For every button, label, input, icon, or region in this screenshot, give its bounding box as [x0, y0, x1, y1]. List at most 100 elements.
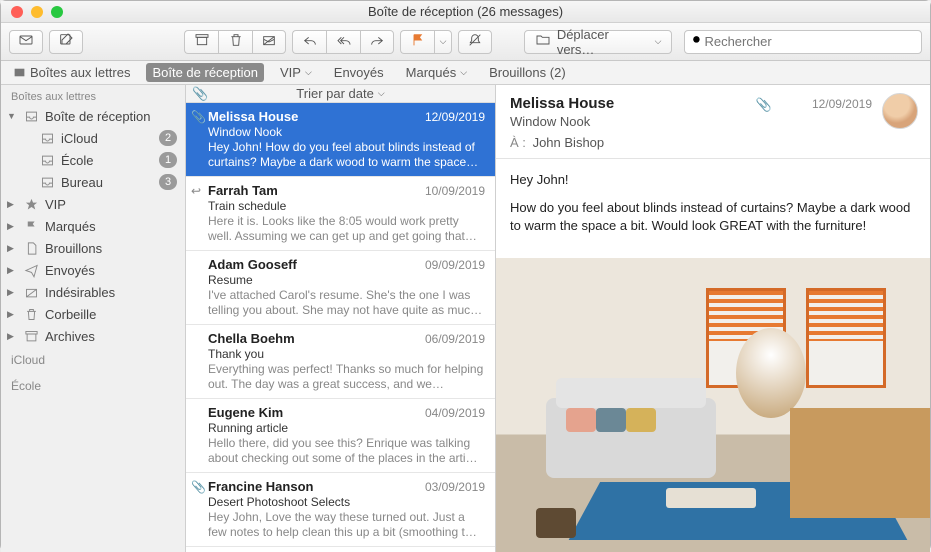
search-input[interactable] — [704, 34, 915, 49]
reply-all-icon — [336, 32, 352, 51]
reading-pane: Melissa House Window Nook À : John Bisho… — [496, 85, 930, 552]
sidebar-account-icloud[interactable]: iCloud — [1, 347, 185, 373]
sidebar-item-label: Boîte de réception — [45, 109, 177, 124]
inbox-icon — [39, 130, 55, 146]
fav-mailboxes[interactable]: Boîtes aux lettres — [7, 63, 136, 82]
sidebar-account-école[interactable]: École — [1, 373, 185, 399]
junk-button[interactable] — [252, 30, 286, 54]
inbox-icon — [39, 174, 55, 190]
flag-dropdown-button[interactable]: ⌵ — [434, 30, 452, 54]
reader-body: Hey John! How do you feel about blinds i… — [496, 159, 930, 258]
reply-icon — [302, 32, 318, 51]
get-mail-button[interactable] — [9, 30, 43, 54]
fav-sent[interactable]: Envoyés — [328, 63, 390, 82]
sidebar-item-vip[interactable]: ▶ VIP — [1, 193, 185, 215]
message-row[interactable]: 📎Francine Hanson03/09/2019Desert Photosh… — [186, 473, 495, 547]
sidebar-item-label: Marqués — [45, 219, 177, 234]
fav-flagged[interactable]: Marqués⌵ — [400, 63, 473, 82]
message-row[interactable]: 📎Melissa House12/09/2019Window NookHey J… — [186, 103, 495, 177]
reader-header: Melissa House Window Nook À : John Bisho… — [496, 85, 930, 159]
message-row[interactable]: ↩︎Farrah Tam10/09/2019Train scheduleHere… — [186, 177, 495, 251]
sidebar-item-corbeille[interactable]: ▶ Corbeille — [1, 303, 185, 325]
fav-inbox[interactable]: Boîte de réception — [146, 63, 264, 82]
sender-avatar[interactable] — [882, 93, 918, 129]
envelope-icon — [18, 32, 34, 51]
message-subject: Window Nook — [208, 125, 485, 139]
message-date: 06/09/2019 — [425, 332, 485, 346]
attachment-column-icon: 📎 — [192, 86, 208, 102]
mute-icon — [467, 32, 483, 51]
disclosure-triangle-icon[interactable]: ▶ — [7, 243, 17, 254]
titlebar: Boîte de réception (26 messages) — [1, 1, 930, 23]
junk-icon — [261, 32, 277, 51]
sidebar-item-archives[interactable]: ▶ Archives — [1, 325, 185, 347]
fav-vip[interactable]: VIP⌵ — [274, 63, 318, 82]
chevron-down-icon: ⌵ — [305, 67, 312, 78]
message-row[interactable]: Eugene Kim04/09/2019Running articleHello… — [186, 399, 495, 473]
junk-icon — [23, 284, 39, 300]
message-sender: Eugene Kim — [208, 405, 283, 420]
disclosure-triangle-icon[interactable]: ▶ — [7, 309, 17, 320]
search-field[interactable] — [684, 30, 922, 54]
sidebar-item-bureau[interactable]: Bureau3 — [1, 171, 185, 193]
sidebar-item-bo-te-de-r-ception[interactable]: ▼ Boîte de réception — [1, 105, 185, 127]
message-row[interactable]: Anthony Ashcroft02/09/2019AppointmentYou… — [186, 547, 495, 552]
message-list: 📎 Trier par date ⌵ 📎Melissa House12/09/2… — [186, 85, 496, 552]
move-to-label: Déplacer vers… — [557, 27, 649, 57]
fav-drafts[interactable]: Brouillons (2) — [483, 63, 572, 82]
attachment-image[interactable] — [496, 258, 930, 552]
window-title: Boîte de réception (26 messages) — [1, 4, 930, 19]
sidebar-item-icloud[interactable]: iCloud2 — [1, 127, 185, 149]
sidebar-item--cole[interactable]: École1 — [1, 149, 185, 171]
disclosure-triangle-icon[interactable]: ▶ — [7, 221, 17, 232]
message-row[interactable]: Adam Gooseff09/09/2019ResumeI've attache… — [186, 251, 495, 325]
forward-button[interactable] — [360, 30, 394, 54]
sidebar-item-label: VIP — [45, 197, 177, 212]
message-sender: Melissa House — [208, 109, 298, 124]
sidebar-item-label: Archives — [45, 329, 177, 344]
sidebar-item-brouillons[interactable]: ▶ Brouillons — [1, 237, 185, 259]
disclosure-triangle-icon[interactable]: ▶ — [7, 287, 17, 298]
reply-button[interactable] — [292, 30, 326, 54]
message-sender: Farrah Tam — [208, 183, 278, 198]
reply-all-button[interactable] — [326, 30, 360, 54]
compose-button[interactable] — [49, 30, 83, 54]
disclosure-triangle-icon[interactable]: ▶ — [7, 265, 17, 276]
move-to-button[interactable]: Déplacer vers… ⌵ — [524, 30, 673, 54]
mute-button[interactable] — [458, 30, 492, 54]
sidebar-item-label: Corbeille — [45, 307, 177, 322]
message-row[interactable]: Chella Boehm06/09/2019Thank youEverythin… — [186, 325, 495, 399]
star-icon — [23, 196, 39, 212]
replied-icon: ↩︎ — [191, 184, 201, 198]
message-sender: Chella Boehm — [208, 331, 295, 346]
disclosure-triangle-icon[interactable]: ▶ — [7, 331, 17, 342]
message-preview: Here it is. Looks like the 8:05 would wo… — [208, 214, 485, 244]
message-preview: Hey John, Love the way these turned out.… — [208, 510, 485, 540]
sort-header[interactable]: 📎 Trier par date ⌵ — [186, 85, 495, 103]
flag-button[interactable] — [400, 30, 434, 54]
sidebar-item-label: Indésirables — [45, 285, 177, 300]
delete-button[interactable] — [218, 30, 252, 54]
sidebar-item-envoy-s[interactable]: ▶Envoyés — [1, 259, 185, 281]
sidebar-item-label: Brouillons — [45, 241, 177, 256]
message-date: 12/09/2019 — [425, 110, 485, 124]
message-date: 03/09/2019 — [425, 480, 485, 494]
sidebar-icon — [13, 66, 26, 79]
unread-badge: 1 — [159, 152, 177, 168]
doc-icon — [23, 240, 39, 256]
disclosure-triangle-icon[interactable]: ▶ — [7, 199, 17, 210]
message-subject: Train schedule — [208, 199, 485, 213]
sent-icon — [23, 262, 39, 278]
sidebar: Boîtes aux lettres ▼ Boîte de réception iC… — [1, 85, 186, 552]
reader-to: À : John Bishop — [510, 135, 916, 150]
message-subject: Desert Photoshoot Selects — [208, 495, 485, 509]
archive-button[interactable] — [184, 30, 218, 54]
sidebar-item-marqu-s[interactable]: ▶ Marqués — [1, 215, 185, 237]
sidebar-header: Boîtes aux lettres — [1, 85, 185, 105]
attachment-icon: 📎 — [191, 480, 206, 494]
disclosure-triangle-icon[interactable]: ▼ — [7, 111, 17, 121]
sidebar-item-ind-sirables[interactable]: ▶ Indésirables — [1, 281, 185, 303]
message-subject: Resume — [208, 273, 485, 287]
message-preview: Hello there, did you see this? Enrique w… — [208, 436, 485, 466]
forward-icon — [369, 32, 385, 51]
